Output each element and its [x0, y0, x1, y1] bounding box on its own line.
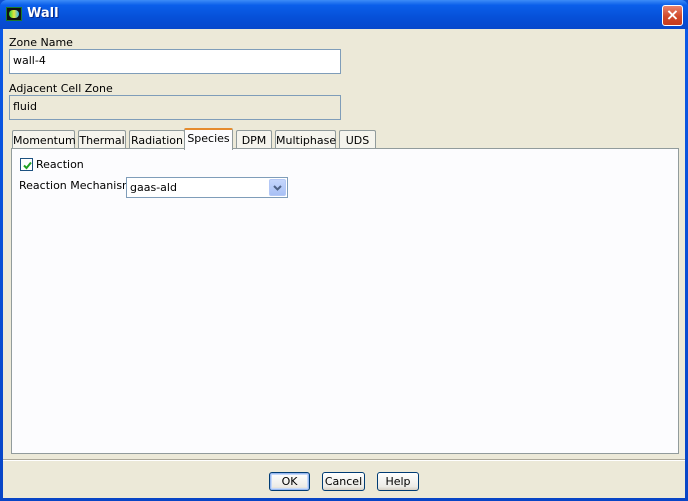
- cancel-button[interactable]: Cancel: [322, 472, 365, 491]
- reaction-mechanisms-label: Reaction Mechanisms: [19, 179, 139, 192]
- reaction-label: Reaction: [36, 158, 84, 171]
- zone-name-label: Zone Name: [9, 36, 73, 49]
- chevron-down-icon: [273, 185, 282, 191]
- button-separator: [3, 459, 685, 461]
- dropdown-button[interactable]: [269, 179, 286, 196]
- tab-uds[interactable]: UDS: [339, 130, 376, 149]
- ok-button[interactable]: OK: [269, 472, 310, 491]
- tab-radiation[interactable]: Radiation: [129, 130, 185, 149]
- tab-momentum[interactable]: Momentum: [12, 130, 76, 149]
- zone-name-input[interactable]: wall-4: [9, 49, 341, 74]
- adjacent-cell-zone-field: fluid: [9, 95, 341, 120]
- reaction-mechanisms-value: gaas-ald: [130, 181, 177, 194]
- adjacent-cell-zone-label: Adjacent Cell Zone: [9, 82, 113, 95]
- dialog-body: Zone Name wall-4 Adjacent Cell Zone flui…: [3, 29, 685, 498]
- check-icon: [23, 161, 32, 170]
- help-button[interactable]: Help: [377, 472, 419, 491]
- fluent-app-icon: [6, 7, 22, 21]
- window-title: Wall: [27, 6, 59, 21]
- wall-dialog: Wall × Zone Name wall-4 Adjacent Cell Zo…: [0, 0, 688, 501]
- tab-species[interactable]: Species: [184, 128, 233, 150]
- species-tab-panel: Reaction Reaction Mechanisms gaas-ald: [11, 148, 679, 454]
- tab-thermal[interactable]: Thermal: [78, 130, 126, 149]
- reaction-checkbox[interactable]: [20, 158, 33, 171]
- tab-dpm[interactable]: DPM: [236, 130, 272, 149]
- tab-multiphase[interactable]: Multiphase: [275, 130, 336, 149]
- close-button[interactable]: ×: [662, 5, 683, 26]
- title-bar[interactable]: Wall ×: [0, 0, 688, 29]
- close-icon: ×: [665, 5, 680, 24]
- reaction-mechanisms-select[interactable]: gaas-ald: [126, 177, 288, 198]
